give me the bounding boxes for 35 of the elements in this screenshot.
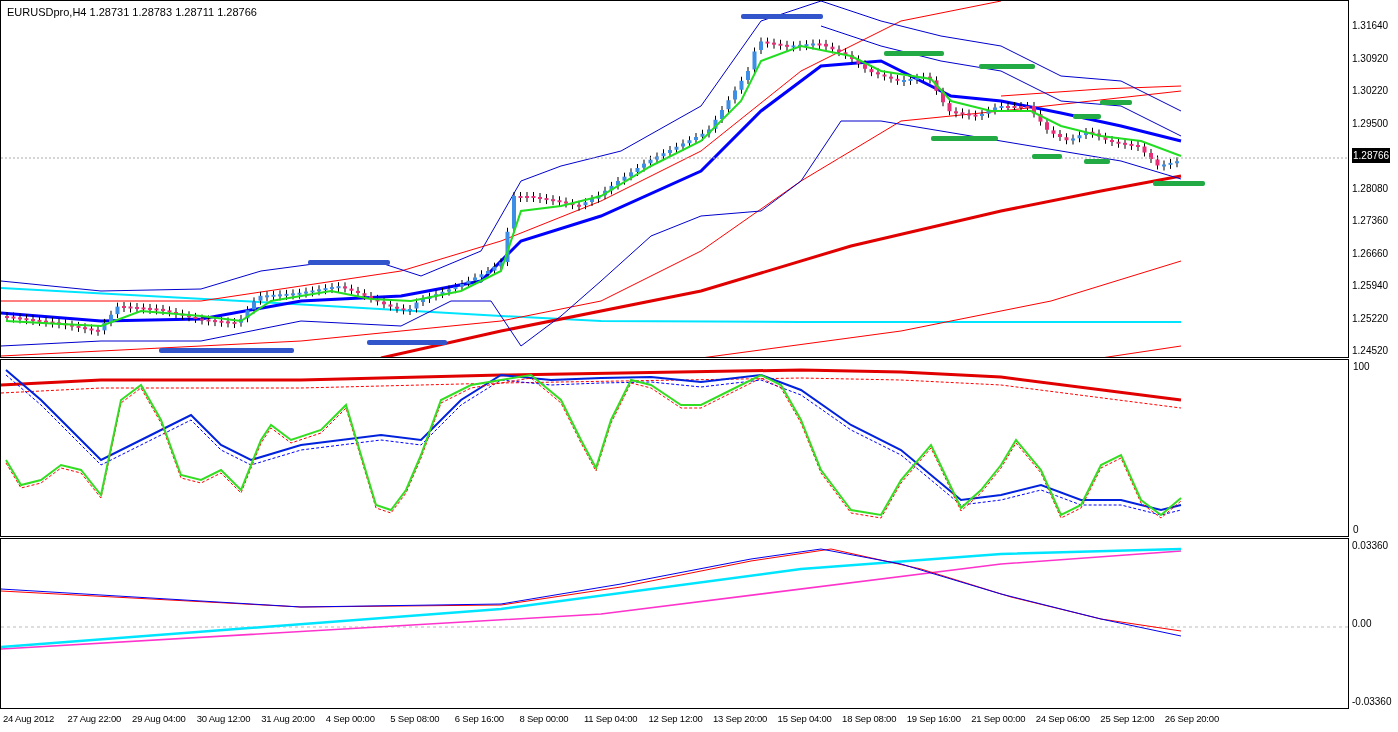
time-axis-label: 21 Sep 00:00 xyxy=(971,712,1027,726)
time-axis-label: 25 Sep 12:00 xyxy=(1100,712,1156,726)
oscillator-axis-label: 100 xyxy=(1353,360,1371,374)
price-axis-label: 1.25940 xyxy=(1352,279,1390,293)
current-price-label: 1.28766 xyxy=(1352,148,1391,163)
price-axis-label: 1.30220 xyxy=(1352,84,1390,98)
price-axis-label: 1.30920 xyxy=(1352,51,1390,66)
price-axis-label: 1.25220 xyxy=(1352,311,1390,326)
price-axis-label: 1.31640 xyxy=(1352,19,1390,33)
time-axis-label: 31 Aug 20:00 xyxy=(261,712,316,726)
price-axis-label: 1.29500 xyxy=(1352,116,1390,131)
time-axis-label: 13 Sep 20:00 xyxy=(713,712,769,726)
time-axis-label: 6 Sep 16:00 xyxy=(454,712,505,726)
time-axis-label: 26 Sep 20:00 xyxy=(1164,712,1220,726)
price-axis-label: 1.27360 xyxy=(1352,214,1390,228)
oscillator-axis-label: 0 xyxy=(1353,523,1360,537)
time-axis-label: 27 Aug 22:00 xyxy=(67,712,123,726)
time-axis-label: 24 Sep 06:00 xyxy=(1035,712,1091,726)
macd-axis-label: -0.03360 xyxy=(1352,695,1393,709)
time-axis-label: 12 Sep 12:00 xyxy=(648,712,704,726)
time-axis-label: 8 Sep 00:00 xyxy=(519,712,570,726)
time-axis-label: 4 Sep 00:00 xyxy=(325,712,376,726)
macd-axis-label: 0.03360 xyxy=(1352,539,1390,553)
macd-axis-label: 0.00 xyxy=(1352,617,1373,631)
time-axis-label: 11 Sep 04:00 xyxy=(583,712,639,726)
price-axis-label: 1.28080 xyxy=(1352,181,1390,196)
time-axis-label: 30 Aug 12:00 xyxy=(196,712,252,726)
time-axis-label: 18 Sep 08:00 xyxy=(842,712,898,726)
time-axis-label: 15 Sep 04:00 xyxy=(777,712,833,726)
time-axis-label: 19 Sep 16:00 xyxy=(906,712,962,726)
price-axis-label: 1.24520 xyxy=(1352,344,1390,358)
time-axis-label: 24 Aug 2012 xyxy=(3,712,56,726)
price-axis-label: 1.26660 xyxy=(1352,246,1390,261)
time-axis-label: 29 Aug 04:00 xyxy=(132,712,187,726)
time-axis-label: 5 Sep 08:00 xyxy=(390,712,441,726)
